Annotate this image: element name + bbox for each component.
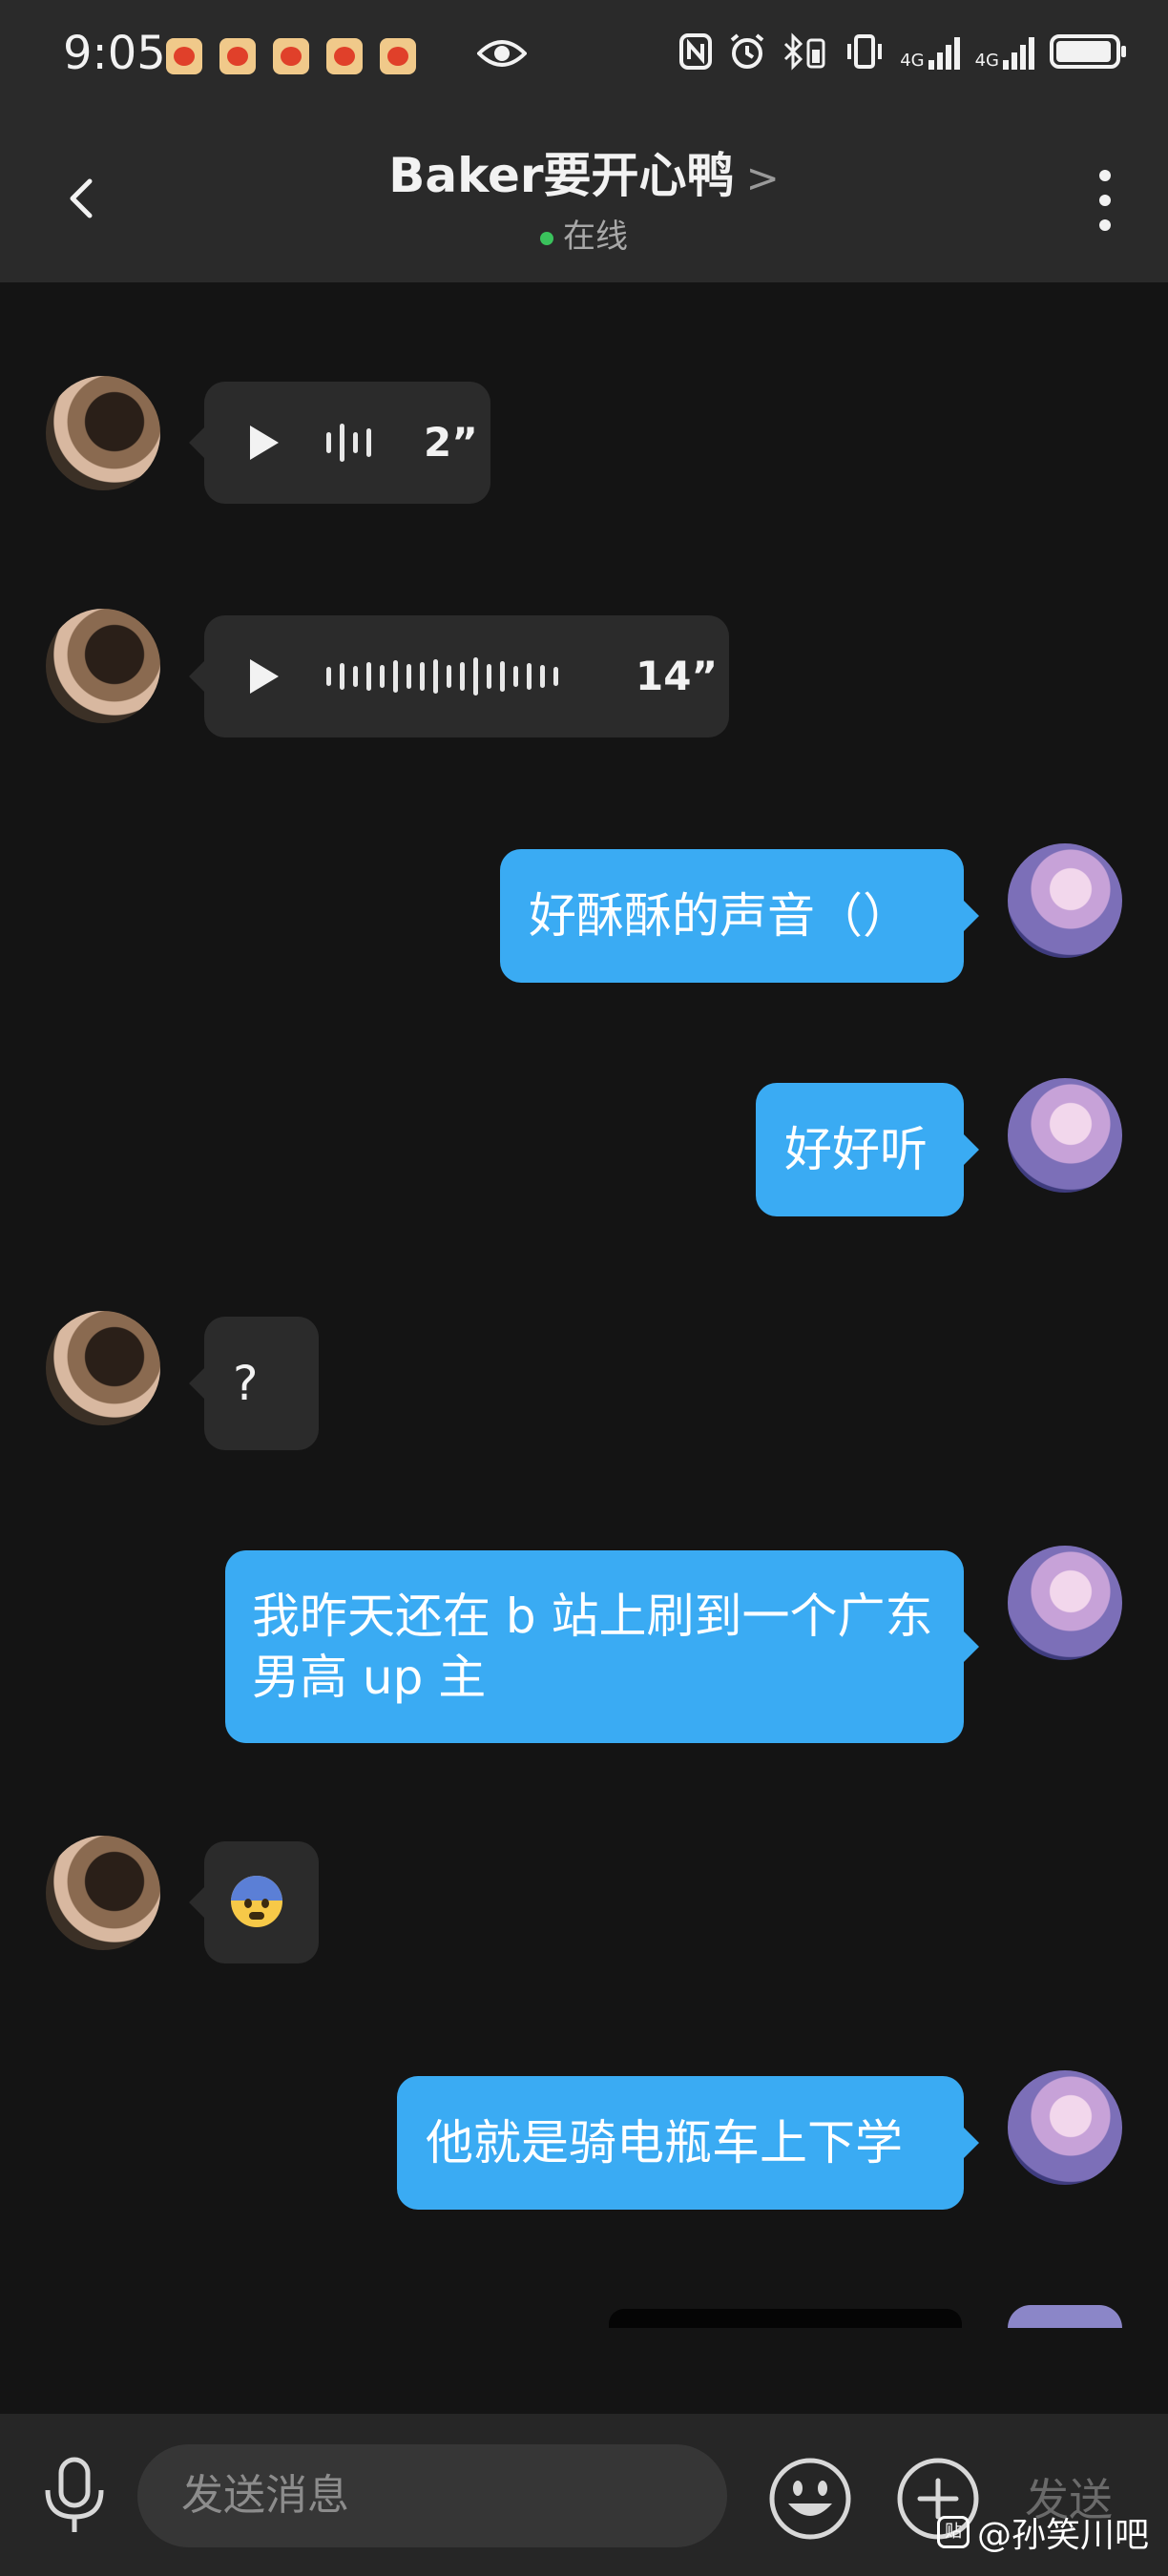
outgoing-message[interactable]: 好好听 <box>756 1083 979 1216</box>
my-avatar[interactable] <box>1008 1546 1122 1660</box>
play-icon <box>250 426 279 460</box>
contact-avatar[interactable] <box>46 1836 160 1950</box>
status-bar: 9:05 4G 4G <box>0 0 1168 114</box>
notification-icons <box>166 38 416 74</box>
eye-icon <box>477 40 527 67</box>
waveform-icon <box>326 382 371 504</box>
contact-avatar[interactable] <box>46 376 160 490</box>
incoming-message[interactable]: ? <box>189 1317 319 1450</box>
tomato-app-icon <box>273 38 309 74</box>
network-type-label: 4G <box>974 51 999 71</box>
chevron-right-icon: > <box>745 155 780 201</box>
online-status-label: 在线 <box>563 218 628 256</box>
voice-duration: 14” <box>636 653 719 699</box>
message-text: 我昨天还在 b 站上刷到一个广东男高 up 主 <box>252 1589 933 1705</box>
battery-icon <box>1050 34 1126 69</box>
message-text: ? <box>233 1356 259 1411</box>
vibrate-icon <box>847 34 883 69</box>
more-options-button[interactable] <box>1094 162 1116 239</box>
chat-title[interactable]: Baker要开心鸭 <box>388 148 734 203</box>
image-message[interactable] <box>609 2309 962 2328</box>
online-status: 在线 <box>0 210 1168 257</box>
status-time: 9:05 <box>63 27 166 80</box>
contact-avatar[interactable] <box>46 1311 160 1425</box>
nfc-icon <box>679 33 713 70</box>
network-type-label: 4G <box>900 51 925 71</box>
online-dot-icon <box>540 231 553 245</box>
message-input[interactable]: 发送消息 <box>137 2444 727 2547</box>
my-avatar[interactable] <box>1008 1078 1122 1193</box>
my-avatar[interactable] <box>1008 843 1122 958</box>
play-icon <box>250 659 279 694</box>
chat-screen: 9:05 4G 4G Baker要开心鸭 > 在线 2” 14” 好酥酥的声音（… <box>0 0 1168 2576</box>
watermark-text: @孙笑川吧 <box>976 2516 1149 2555</box>
tomato-app-icon <box>219 38 256 74</box>
voice-message[interactable]: 2” <box>189 382 490 504</box>
microphone-button[interactable] <box>38 2456 111 2536</box>
signal-icon <box>1003 33 1034 70</box>
voice-message[interactable]: 14” <box>189 615 729 737</box>
watermark: 贴 @孙笑川吧 <box>936 2507 1149 2557</box>
my-avatar[interactable] <box>1008 2305 1122 2328</box>
tomato-app-icon <box>326 38 363 74</box>
outgoing-message[interactable]: 我昨天还在 b 站上刷到一个广东男高 up 主 <box>225 1550 979 1743</box>
emoji-button[interactable] <box>767 2456 853 2542</box>
message-text: 他就是骑电瓶车上下学 <box>426 2115 903 2171</box>
alarm-icon <box>730 33 764 69</box>
contact-avatar[interactable] <box>46 609 160 723</box>
outgoing-message[interactable]: 好酥酥的声音（） <box>500 849 979 983</box>
message-text: 好酥酥的声音（） <box>529 888 910 944</box>
chat-header: Baker要开心鸭 > 在线 <box>0 114 1168 282</box>
anxious-face-emoji-icon <box>231 1876 282 1927</box>
bluetooth-battery-icon <box>784 32 825 71</box>
outgoing-message[interactable]: 他就是骑电瓶车上下学 <box>397 2076 979 2210</box>
voice-duration: 2” <box>424 419 478 466</box>
message-text: 好好听 <box>784 1122 928 1177</box>
my-avatar[interactable] <box>1008 2070 1122 2185</box>
tomato-app-icon <box>380 38 416 74</box>
input-bar: 发送消息 发送 贴 @孙笑川吧 <box>0 2414 1168 2576</box>
chat-title-group[interactable]: Baker要开心鸭 > <box>0 137 1168 206</box>
tieba-logo-icon: 贴 <box>936 2516 970 2548</box>
waveform-icon <box>326 615 558 737</box>
tomato-app-icon <box>166 38 202 74</box>
signal-icon <box>928 33 960 70</box>
emoji-message[interactable] <box>189 1841 319 1963</box>
status-icons: 4G 4G <box>678 32 1126 71</box>
